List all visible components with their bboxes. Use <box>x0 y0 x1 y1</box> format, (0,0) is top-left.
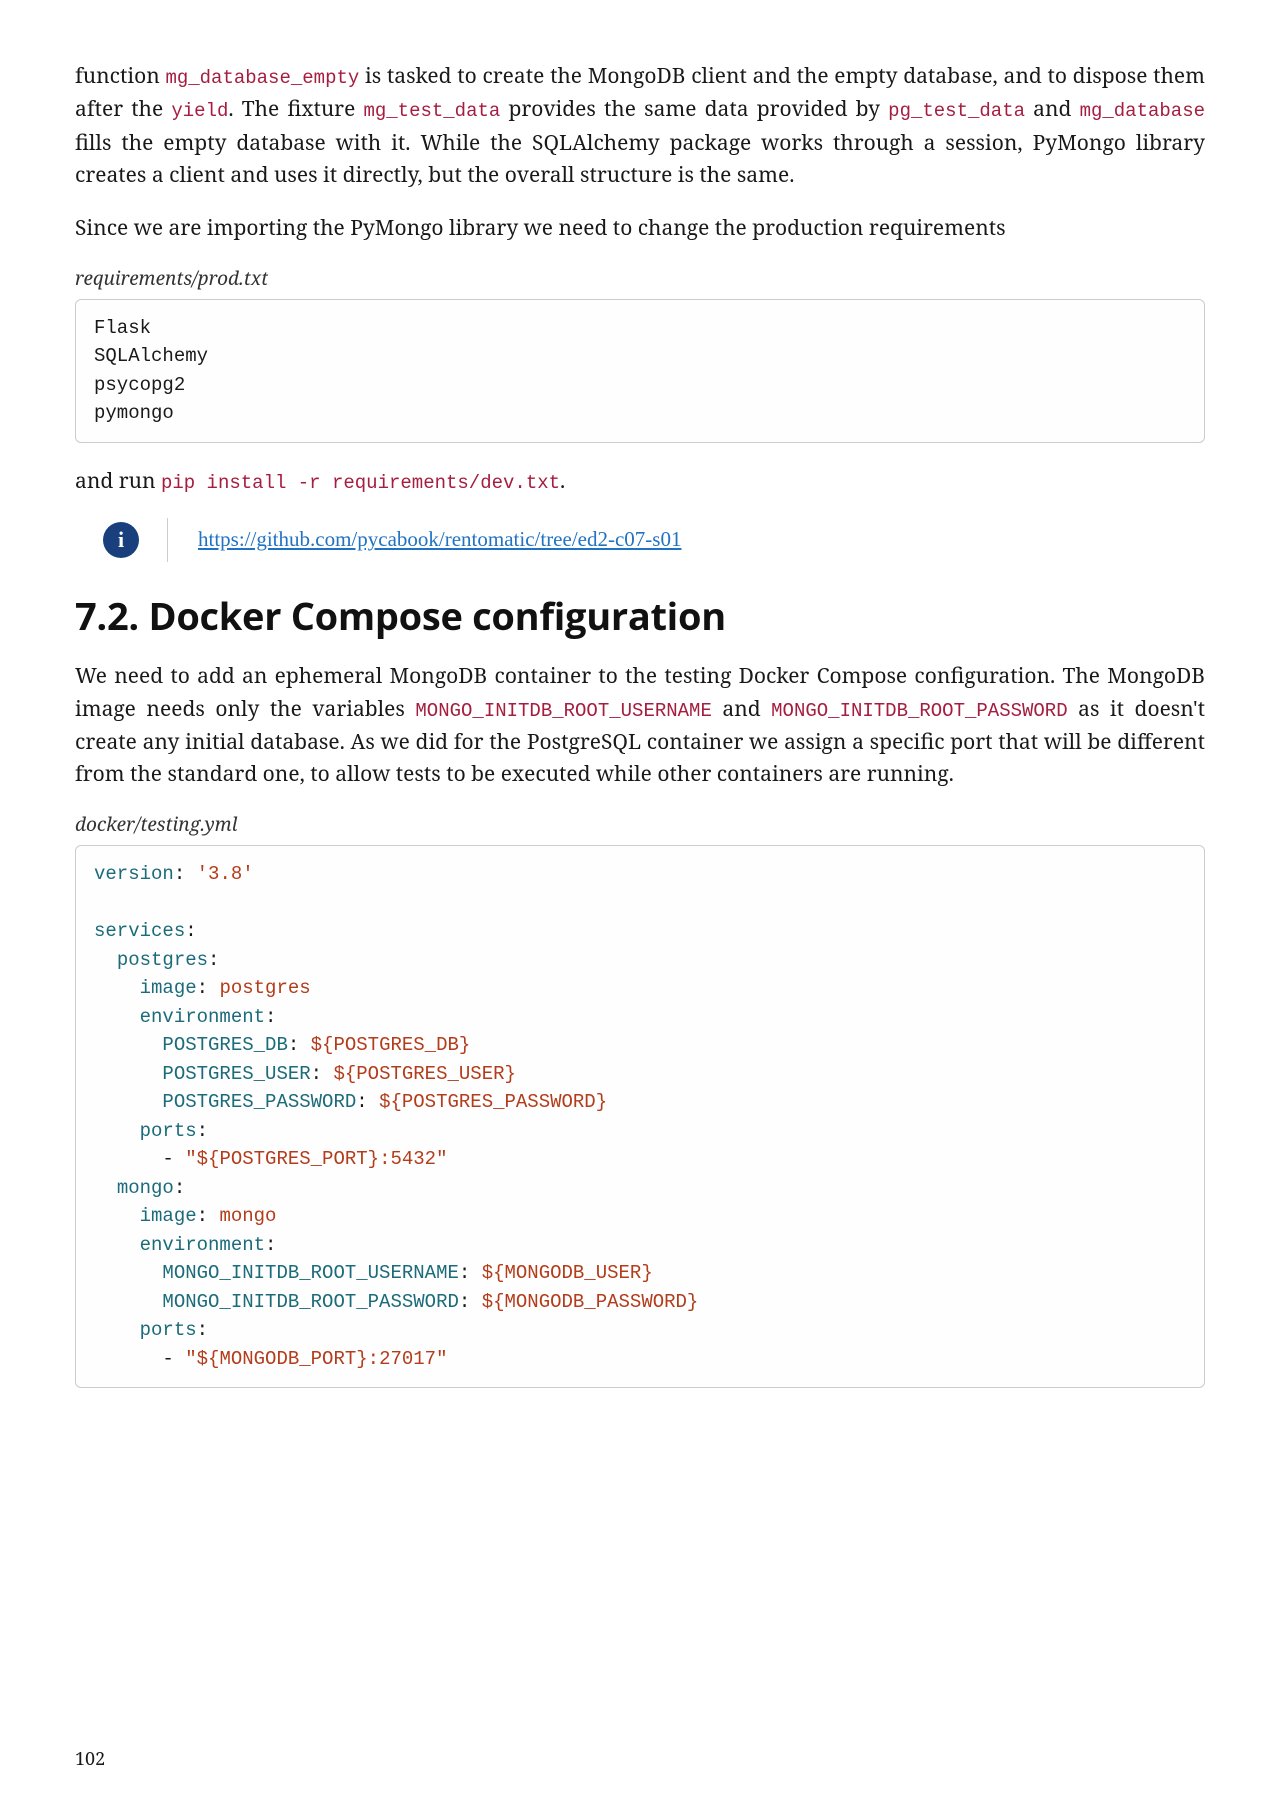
yaml-value: "${MONGODB_PORT}:27017" <box>185 1348 447 1370</box>
text: and run <box>75 467 161 495</box>
yaml-key: services <box>94 920 185 942</box>
yaml-key: environment <box>140 1234 265 1256</box>
yaml-key: MONGO_INITDB_ROOT_PASSWORD <box>162 1291 458 1313</box>
yaml-key: image <box>140 977 197 999</box>
yaml-value: ${POSTGRES_PASSWORD} <box>379 1091 607 1113</box>
text: and <box>712 695 771 723</box>
yaml-key: POSTGRES_PASSWORD <box>162 1091 356 1113</box>
info-link[interactable]: https://github.com/pycabook/rentomatic/t… <box>198 527 681 552</box>
yaml-key: ports <box>140 1319 197 1341</box>
yaml-key: version <box>94 863 174 885</box>
yaml-value: mongo <box>219 1205 276 1227</box>
listing-caption-docker: docker/testing.yml <box>75 811 1205 837</box>
paragraph-docker-compose: We need to add an ephemeral MongoDB cont… <box>75 660 1205 791</box>
yaml-value: '3.8' <box>197 863 254 885</box>
listing-caption-requirements: requirements/prod.txt <box>75 265 1205 291</box>
page-number: 102 <box>75 1747 105 1771</box>
code-pip-install: pip install -r requirements/dev.txt <box>161 472 560 494</box>
yaml-key: ports <box>140 1120 197 1142</box>
info-icon: i <box>103 522 139 558</box>
paragraph-pip-install: and run pip install -r requirements/dev.… <box>75 465 1205 498</box>
text: . <box>560 467 565 495</box>
yaml-key: mongo <box>117 1177 174 1199</box>
yaml-value: ${MONGODB_USER} <box>482 1262 653 1284</box>
yaml-value: ${MONGODB_PASSWORD} <box>482 1291 699 1313</box>
paragraph-req-note: Since we are importing the PyMongo libra… <box>75 212 1205 245</box>
code-block-requirements: Flask SQLAlchemy psycopg2 pymongo <box>75 299 1205 443</box>
info-admonition: i https://github.com/pycabook/rentomatic… <box>75 518 1205 562</box>
code-mg-test-data: mg_test_data <box>363 100 500 122</box>
yaml-value: postgres <box>219 977 310 999</box>
paragraph-intro: function mg_database_empty is tasked to … <box>75 60 1205 192</box>
admonition-separator <box>167 518 168 562</box>
text: provides the same data provided by <box>500 95 888 123</box>
text: fills the empty database with it. While … <box>75 129 1205 190</box>
text: . The fixture <box>228 95 363 123</box>
yaml-key: POSTGRES_USER <box>162 1063 310 1085</box>
code-block-docker-yaml: version: '3.8' services: postgres: image… <box>75 845 1205 1388</box>
yaml-key: environment <box>140 1006 265 1028</box>
code-mg-database-empty: mg_database_empty <box>165 67 359 89</box>
code-mg-database: mg_database <box>1080 100 1205 122</box>
code-yield: yield <box>171 100 228 122</box>
code-pg-test-data: pg_test_data <box>888 100 1025 122</box>
info-icon-glyph: i <box>118 527 124 553</box>
yaml-value: "${POSTGRES_PORT}:5432" <box>185 1148 447 1170</box>
section-heading: 7.2. Docker Compose configuration <box>75 590 1205 642</box>
yaml-key: postgres <box>117 949 208 971</box>
yaml-value: ${POSTGRES_DB} <box>311 1034 471 1056</box>
yaml-key: MONGO_INITDB_ROOT_USERNAME <box>162 1262 458 1284</box>
page-content: function mg_database_empty is tasked to … <box>0 0 1280 1388</box>
yaml-key: POSTGRES_DB <box>162 1034 287 1056</box>
text: and <box>1025 95 1080 123</box>
code-mongo-initdb-pass: MONGO_INITDB_ROOT_PASSWORD <box>771 700 1067 722</box>
yaml-value: ${POSTGRES_USER} <box>333 1063 515 1085</box>
yaml-key: image <box>140 1205 197 1227</box>
text: function <box>75 62 165 90</box>
code-mongo-initdb-user: MONGO_INITDB_ROOT_USERNAME <box>415 700 711 722</box>
